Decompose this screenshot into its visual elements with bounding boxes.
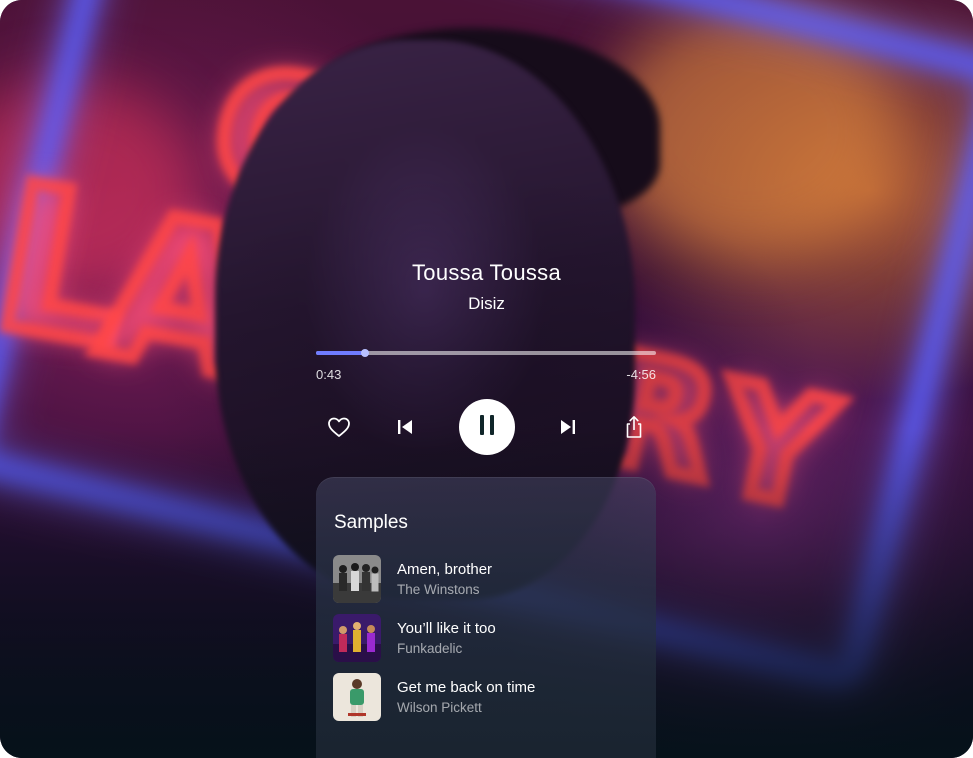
next-button[interactable] (555, 414, 581, 440)
samples-heading: Samples (334, 512, 408, 533)
sample-title: Amen, brother (397, 561, 493, 578)
track-artist[interactable]: Disiz (0, 294, 973, 314)
sample-item[interactable]: Amen, brother The Winstons (333, 555, 633, 603)
sample-title: Get me back on time (397, 679, 536, 696)
share-icon (623, 415, 645, 439)
time-remaining: -4:56 (626, 367, 656, 382)
sample-item[interactable]: Get me back on time Wilson Pickett (333, 673, 633, 721)
pause-button[interactable] (459, 399, 515, 455)
skip-previous-icon (396, 418, 414, 436)
music-player: C L A R Y Toussa Toussa Disiz 0:43 -4:56 (0, 0, 973, 758)
track-title: Toussa Toussa (411, 260, 562, 285)
sample-item[interactable]: You’ll like it too Funkadelic (333, 614, 633, 662)
skip-next-icon (559, 418, 577, 436)
progress-fill (316, 351, 366, 355)
sample-artist: Wilson Pickett (397, 700, 482, 715)
sample-cover-art (333, 555, 381, 603)
sample-artist: The Winstons (397, 582, 480, 597)
pause-icon (478, 414, 496, 441)
sample-cover-art (333, 614, 381, 662)
share-button[interactable] (620, 412, 648, 442)
time-elapsed: 0:43 (316, 367, 342, 382)
sample-cover-art (333, 673, 381, 721)
sample-title: You’ll like it too (397, 620, 496, 637)
like-button[interactable] (325, 413, 353, 441)
previous-button[interactable] (392, 414, 418, 440)
heart-icon (327, 416, 351, 438)
sample-artist: Funkadelic (397, 641, 463, 656)
progress-bar[interactable] (316, 349, 656, 357)
samples-panel: Samples Amen, brother The Winstons You’l… (316, 477, 656, 758)
